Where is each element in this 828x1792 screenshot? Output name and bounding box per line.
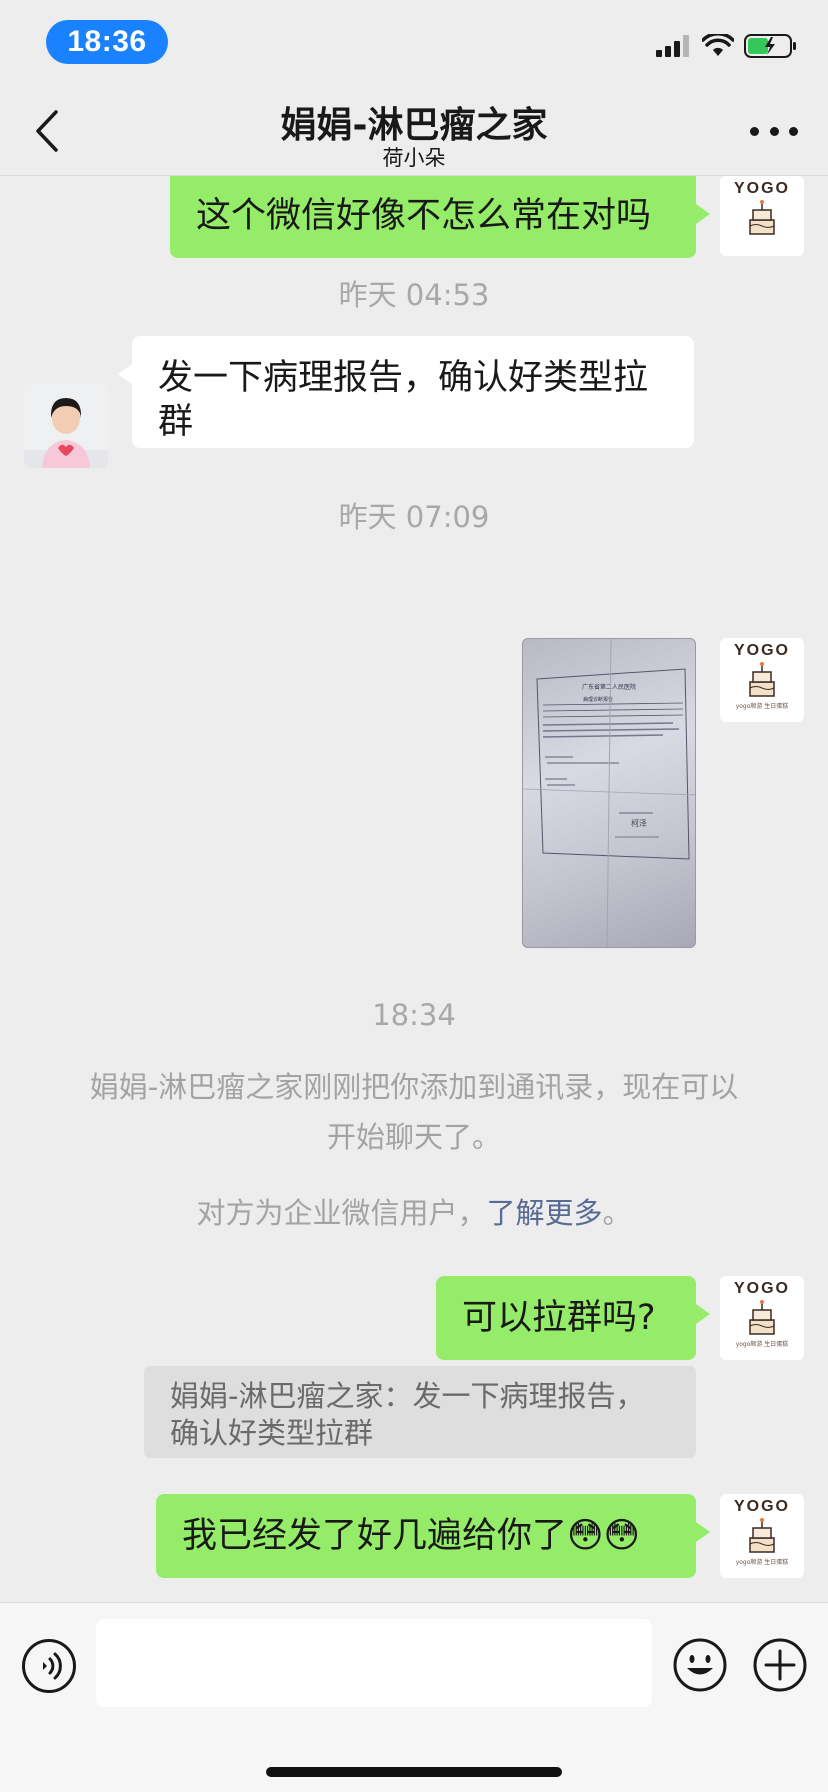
emoji-button[interactable] [672,1637,728,1693]
doc-signature: 柯泽 [631,818,647,828]
my-avatar[interactable]: YOGO yogo顺游 生日蛋糕 [720,1276,804,1360]
quote-line: 娟娟-淋巴瘤之家：发一下病理报告， [170,1379,645,1413]
more-button[interactable] [750,124,798,138]
flushed-face-emoji: 😳😳 [567,1516,640,1556]
timestamp: 昨天 07:09 [338,500,490,534]
brand-logo-text: YOGO [733,1280,790,1297]
more-functions-button[interactable] [752,1637,808,1693]
enterprise-notice-text: 对方为企业微信用户， [196,1196,487,1230]
chat-subtitle: 荷小朵 [382,146,446,170]
voice-button[interactable] [22,1639,76,1693]
system-notice-line: 娟娟-淋巴瘤之家刚刚把你添加到通讯录，现在可以 [89,1070,739,1104]
document-photo: 广东省第二人民医院 病理诊断报告 柯泽 [523,639,695,947]
plus-icon [753,1638,807,1692]
message-text: 可以拉群吗? [462,1298,656,1338]
my-avatar[interactable]: YOGO yogo顺游 生日蛋糕 [720,638,804,722]
message-bubble-received[interactable]: 发一下病理报告，确认好类型拉 群 [118,336,694,448]
timestamp: 18:34 [372,998,456,1032]
signal-icon [656,35,689,57]
timestamp: 昨天 04:53 [338,278,490,312]
cake-icon [749,1300,775,1335]
nav-bar: 娟娟-淋巴瘤之家 荷小朵 [0,86,828,176]
brand-logo-subtext: yogo顺游 生日蛋糕 [735,703,789,710]
learn-more-link[interactable]: 了解更多 [486,1196,602,1230]
more-icon-dot [750,126,759,136]
status-time[interactable]: 18:36 [46,20,168,64]
more-icon-dot [789,126,798,136]
brand-logo-text: YOGO [733,1498,790,1515]
message-input[interactable] [96,1619,652,1707]
brand-logo-subtext: yogo顺游 生日蛋糕 [735,1559,789,1566]
enterprise-notice: 对方为企业微信用户，了解更多。 [60,1188,768,1238]
enterprise-notice-suffix: 。 [602,1196,632,1230]
input-bar [0,1602,828,1792]
quoted-message[interactable]: 娟娟-淋巴瘤之家：发一下病理报告， 确认好类型拉群 [144,1366,696,1458]
message-bubble-sent[interactable]: 我已经发了好几遍给你了😳😳 [156,1494,710,1578]
contact-avatar-image [24,384,108,468]
voice-icon [43,1652,62,1680]
battery-icon [744,34,796,58]
quote-line: 确认好类型拉群 [170,1416,374,1450]
system-notice: 娟娟-淋巴瘤之家刚刚把你添加到通讯录，现在可以 开始聊天了。 [60,1062,768,1162]
image-message[interactable]: 广东省第二人民医院 病理诊断报告 柯泽 [522,638,696,948]
system-notice-line: 开始聊天了。 [326,1120,501,1154]
status-icons [656,34,798,58]
cake-icon [749,1518,775,1553]
doc-header: 广东省第二人民医院 [582,683,636,691]
message-bubble-sent[interactable]: 可以拉群吗? [436,1276,710,1360]
status-bar: 18:36 [0,0,828,86]
more-icon-dot [769,126,779,136]
my-avatar[interactable]: YOGO yogo顺游 生日蛋糕 [720,1494,804,1578]
wifi-icon [702,34,734,56]
message-text: 我已经发了好几遍给你了 [182,1516,568,1556]
emoji-icon [673,1638,727,1692]
message-text: 这个微信好像不怎么常在对吗 [196,196,652,236]
chat-area[interactable]: 这个微信好像不怎么常在对吗 YOGO 昨天 04:53 发一下病理报告，确认好类… [0,176,828,1602]
message-bubble-sent[interactable]: 这个微信好像不怎么常在对吗 [170,176,710,258]
doc-subheader: 病理诊断报告 [583,696,613,703]
cake-icon [749,662,775,697]
brand-logo-text: YOGO [733,642,790,659]
cake-icon [749,200,775,235]
message-text-line: 发一下病理报告，确认好类型拉 [158,358,649,398]
brand-logo-subtext: yogo顺游 生日蛋糕 [735,1341,789,1348]
home-indicator[interactable] [266,1767,562,1777]
brand-logo-text: YOGO [733,180,790,197]
chat-title: 娟娟-淋巴瘤之家 [280,105,548,146]
contact-avatar[interactable] [24,384,108,468]
message-text-line: 群 [158,402,194,442]
my-avatar[interactable]: YOGO [720,176,804,256]
